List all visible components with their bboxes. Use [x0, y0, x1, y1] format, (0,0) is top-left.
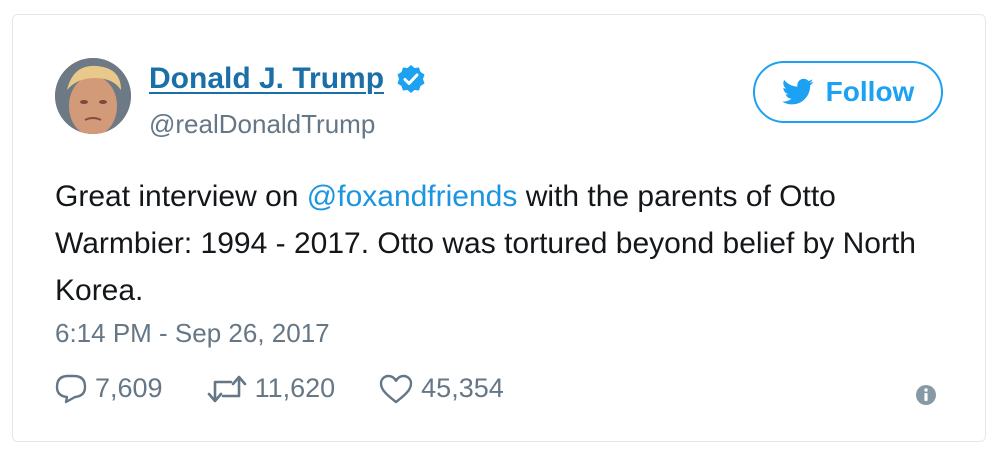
tweet-text: Great interview on @foxandfriends with t…	[55, 173, 955, 314]
retweet-icon	[207, 374, 247, 404]
info-icon[interactable]	[915, 384, 937, 406]
follow-label: Follow	[825, 76, 915, 107]
reply-bubble-icon	[55, 374, 87, 404]
retweet-count: 11,620	[254, 373, 336, 403]
tweet-actions: 7,609 11,620 45,354	[55, 373, 548, 404]
avatar[interactable]	[55, 58, 131, 134]
author-handle[interactable]: @realDonaldTrump	[149, 109, 375, 140]
reply-button[interactable]: 7,609	[55, 373, 163, 404]
tweet-card: Donald J. Trump @realDonaldTrump Follow …	[12, 14, 986, 442]
tweet-text-start: Great interview on	[55, 180, 307, 213]
verified-badge-icon	[396, 64, 426, 94]
author-row: Donald J. Trump	[149, 62, 426, 96]
author-name[interactable]: Donald J. Trump	[149, 62, 384, 96]
follow-button[interactable]: Follow	[753, 61, 943, 123]
retweet-button[interactable]: 11,620	[207, 373, 336, 404]
twitter-bird-icon	[781, 78, 814, 106]
mention-link[interactable]: @foxandfriends	[307, 180, 518, 213]
heart-icon	[379, 374, 413, 404]
like-button[interactable]: 45,354	[379, 373, 504, 404]
like-count: 45,354	[421, 373, 504, 403]
reply-count: 7,609	[95, 373, 163, 403]
tweet-timestamp[interactable]: 6:14 PM - Sep 26, 2017	[55, 318, 330, 349]
